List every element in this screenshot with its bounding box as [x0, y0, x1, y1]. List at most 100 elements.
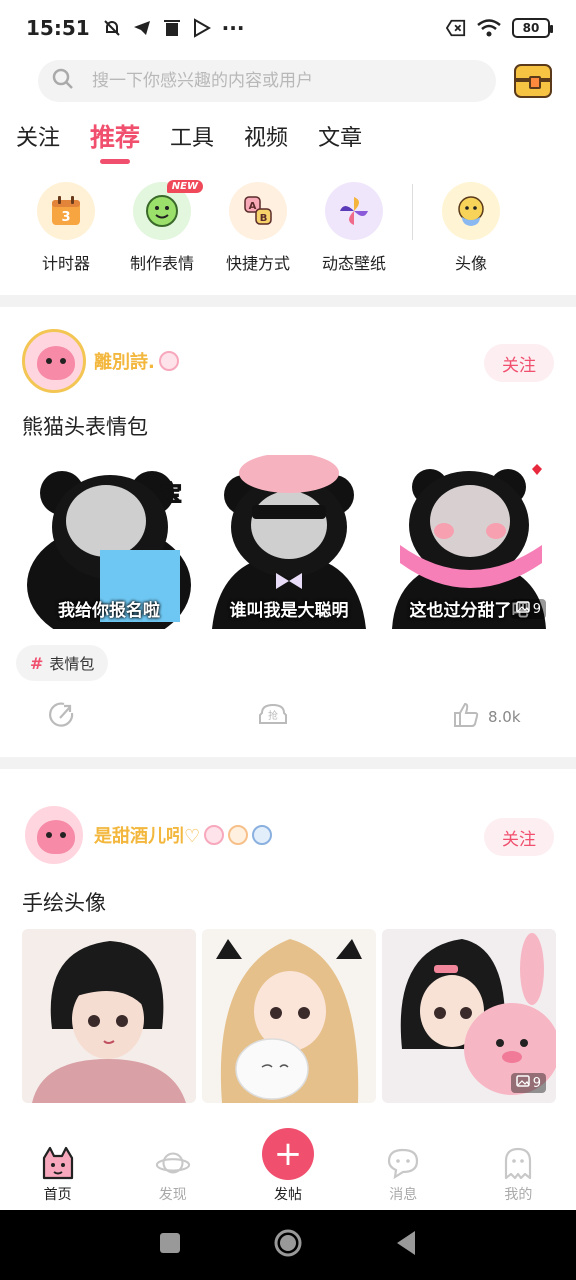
- search-box[interactable]: [38, 60, 496, 102]
- sofa-grab-icon: 抢: [258, 701, 288, 733]
- svg-text:抢: 抢: [268, 709, 278, 722]
- status-bar: 15:51 ··· 80: [0, 0, 576, 56]
- search-input[interactable]: [92, 71, 452, 91]
- image-caption: 我给你报名啦: [58, 601, 160, 621]
- section-separator: [0, 295, 576, 307]
- share-icon: [48, 701, 76, 733]
- follow-button[interactable]: 关注: [484, 818, 554, 856]
- grab-button[interactable]: 抢: [258, 701, 288, 733]
- post-card: 是甜酒儿吲♡ 关注 手绘头像 9: [0, 769, 576, 1128]
- tab-follow[interactable]: 关注: [16, 116, 60, 156]
- status-notification-icons: ···: [102, 16, 245, 40]
- post-image[interactable]: 谁叫我是大聪明: [202, 455, 376, 629]
- trash-icon: [162, 18, 182, 38]
- profile-ghost-icon: [500, 1146, 536, 1180]
- sim-x-icon: [446, 18, 466, 38]
- post-image[interactable]: 这也过分甜了吧 9: [382, 455, 556, 629]
- pinwheel-wallpaper-icon: [325, 182, 383, 240]
- tool-label: 快捷方式: [225, 254, 290, 273]
- shortcut-ab-icon: AB: [229, 182, 287, 240]
- tool-label: 动态壁纸: [321, 254, 386, 273]
- nav-label: 首页: [43, 1187, 72, 1203]
- follow-button[interactable]: 关注: [484, 344, 554, 382]
- nav-messages[interactable]: 消息: [346, 1128, 461, 1210]
- post-title[interactable]: 手绘头像: [22, 887, 106, 917]
- planet-icon: [155, 1146, 191, 1180]
- section-separator: [0, 757, 576, 769]
- smiley-maker-icon: NEW: [133, 180, 203, 240]
- bottom-nav: 首页 发现 + 发帖 消息 我的: [0, 1128, 576, 1210]
- nav-post[interactable]: + 发帖: [230, 1128, 345, 1210]
- status-time: 15:51: [26, 16, 90, 40]
- telegram-icon: [132, 18, 152, 38]
- tool-avatar[interactable]: 头像: [423, 182, 519, 274]
- back-triangle-icon[interactable]: [395, 1230, 417, 1260]
- mute-bell-icon: [102, 18, 122, 38]
- author-badge-icon: [252, 825, 273, 845]
- post-image[interactable]: [202, 929, 376, 1103]
- tool-shortcuts: 3 计时器 NEW 制作表情 AB 快捷方式 动态壁纸 头像: [18, 180, 558, 282]
- post-card: 離別詩. 关注 熊猫头表情包 宝 我给你报名啦 谁叫我是大聪明 这也过分甜了吧 …: [0, 307, 576, 757]
- calendar-timer-icon: 3: [37, 182, 95, 240]
- svg-text:3: 3: [61, 210, 70, 225]
- hashtag-icon: #: [30, 653, 44, 673]
- avatar-face-icon: [442, 182, 500, 240]
- image-caption: 谁叫我是大聪明: [229, 601, 349, 621]
- svg-text:宝: 宝: [160, 481, 182, 507]
- author-badge-icon: [204, 825, 225, 845]
- tab-tools[interactable]: 工具: [170, 116, 214, 156]
- svg-text:B: B: [260, 213, 268, 224]
- tool-timer[interactable]: 3 计时器: [18, 182, 114, 274]
- wifi-icon: [476, 18, 502, 38]
- nav-home[interactable]: 首页: [0, 1128, 115, 1210]
- nav-label: 消息: [389, 1187, 418, 1203]
- plus-icon: +: [262, 1128, 314, 1180]
- tab-articles[interactable]: 文章: [318, 116, 362, 156]
- nav-discover[interactable]: 发现: [115, 1128, 230, 1210]
- play-store-icon: [192, 18, 212, 38]
- nav-profile[interactable]: 我的: [461, 1128, 576, 1210]
- post-image[interactable]: 9: [382, 929, 556, 1103]
- tool-label: 制作表情: [129, 254, 194, 273]
- new-badge: NEW: [166, 180, 203, 193]
- post-image[interactable]: 宝 我给你报名啦: [22, 455, 196, 629]
- author-name[interactable]: 是甜酒儿吲♡: [94, 822, 273, 848]
- tool-shortcut[interactable]: AB 快捷方式: [210, 182, 306, 274]
- home-mascot-icon: [40, 1146, 76, 1180]
- chat-bubble-icon: [385, 1146, 421, 1180]
- like-button[interactable]: 8.0k: [452, 701, 521, 733]
- image-count-badge: 9: [510, 1073, 546, 1093]
- image-icon: [515, 601, 530, 617]
- author-badge-icon: [158, 351, 179, 371]
- topic-tag[interactable]: # 表情包: [16, 645, 109, 681]
- battery-indicator: 80: [512, 18, 553, 38]
- image-icon: [515, 1075, 530, 1091]
- post-author[interactable]: 離別詩.: [22, 329, 179, 393]
- post-image[interactable]: [22, 929, 196, 1103]
- tab-recommend[interactable]: 推荐: [90, 116, 140, 156]
- tool-label: 计时器: [41, 254, 90, 273]
- post-image-grid: 宝 我给你报名啦 谁叫我是大聪明 这也过分甜了吧 9: [22, 455, 556, 629]
- feed-tabs: 关注 推荐 工具 视频 文章: [16, 116, 362, 156]
- nav-label: 我的: [504, 1187, 533, 1203]
- tool-divider: [412, 184, 413, 240]
- avatar[interactable]: [22, 803, 86, 867]
- home-circle-icon[interactable]: [273, 1228, 303, 1262]
- treasure-chest-icon[interactable]: [514, 64, 552, 98]
- like-count: 8.0k: [488, 708, 521, 726]
- author-name[interactable]: 離別詩.: [94, 348, 179, 374]
- tab-video[interactable]: 视频: [244, 116, 288, 156]
- tool-make-sticker[interactable]: NEW 制作表情: [114, 180, 210, 274]
- tool-live-wallpaper[interactable]: 动态壁纸: [306, 182, 402, 274]
- share-button[interactable]: [48, 701, 76, 733]
- author-badge-icon: [228, 825, 249, 845]
- avatar[interactable]: [22, 329, 86, 393]
- post-image-grid: 9: [22, 929, 556, 1103]
- image-count-badge: 9: [510, 599, 546, 619]
- nav-label: 发帖: [274, 1187, 302, 1203]
- post-author[interactable]: 是甜酒儿吲♡: [22, 803, 273, 867]
- post-title[interactable]: 熊猫头表情包: [22, 411, 148, 441]
- svg-text:A: A: [249, 201, 257, 212]
- recents-square-icon[interactable]: [159, 1232, 181, 1258]
- more-notifications-icon: ···: [221, 16, 245, 40]
